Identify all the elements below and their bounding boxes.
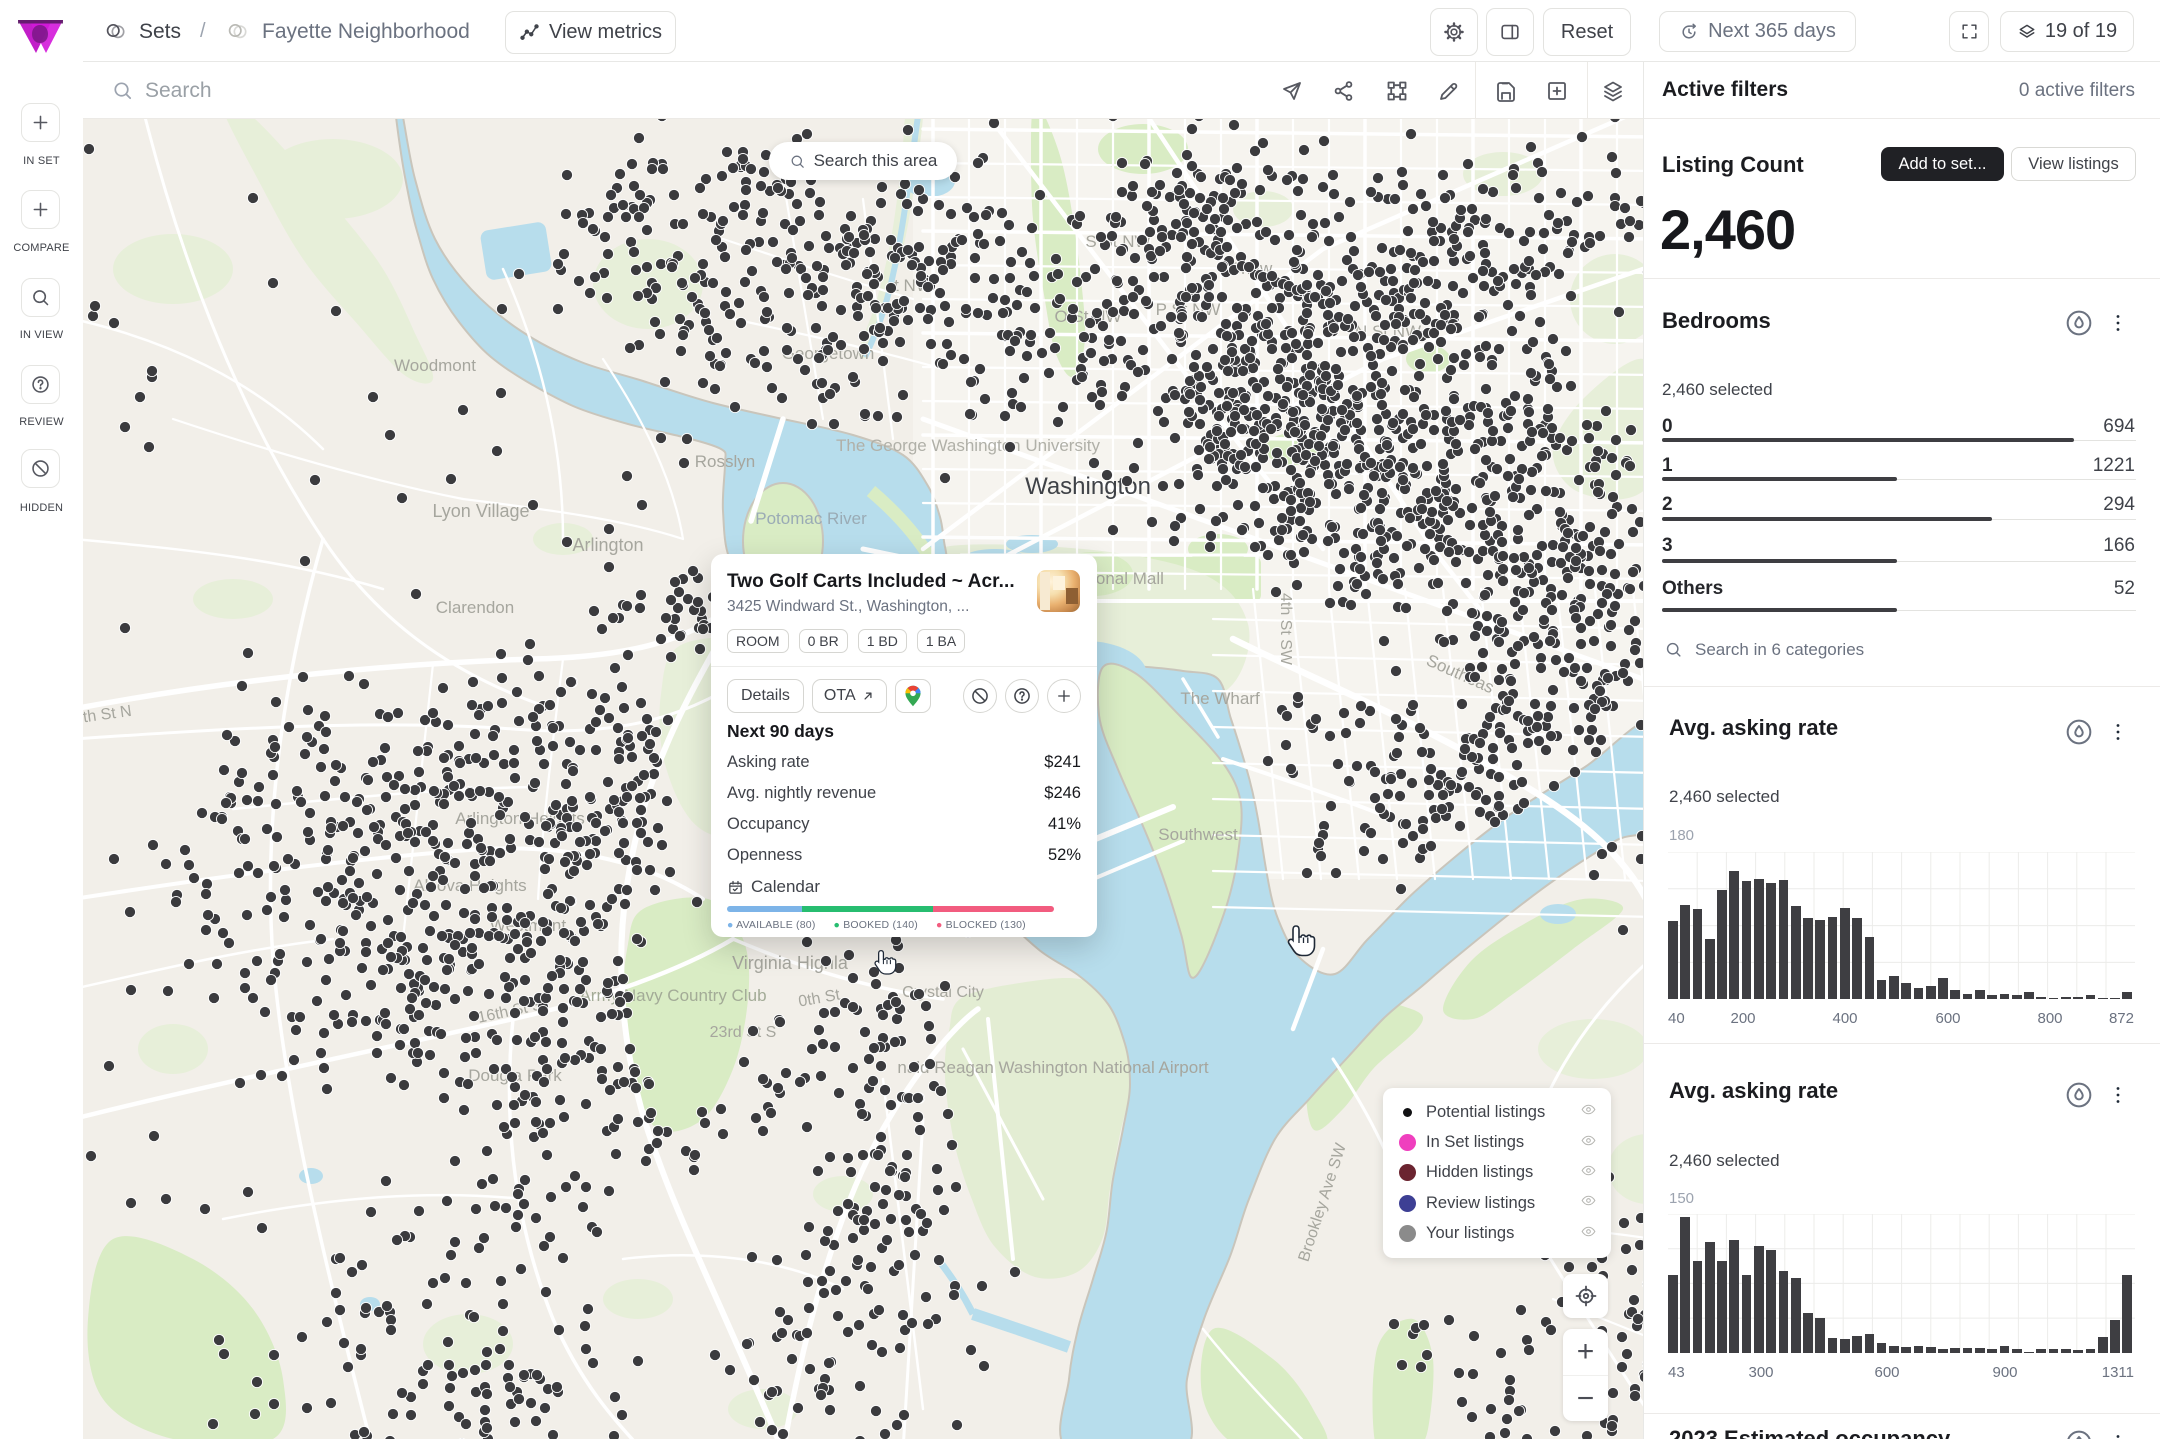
- svg-text:The Wharf: The Wharf: [1180, 689, 1260, 708]
- svg-text:Southwest: Southwest: [1158, 825, 1238, 844]
- svg-text:4th St SW: 4th St SW: [1277, 593, 1294, 666]
- svg-text:The George Washington Universi: The George Washington University: [836, 436, 1100, 455]
- svg-text:Washington: Washington: [1025, 473, 1151, 500]
- svg-text:Clarendon: Clarendon: [436, 598, 514, 617]
- svg-text:Lyon Village: Lyon Village: [432, 501, 529, 521]
- svg-text:nald Reagan Washington Nationa: nald Reagan Washington National Airport: [897, 1058, 1209, 1077]
- svg-text:Rosslyn: Rosslyn: [695, 452, 755, 471]
- svg-text:Arlington: Arlington: [572, 535, 643, 555]
- svg-text:Potomac River: Potomac River: [755, 509, 867, 528]
- svg-text:Woodmont: Woodmont: [394, 356, 476, 375]
- svg-text:ional Mall: ional Mall: [1092, 569, 1164, 588]
- svg-text:23rd St S: 23rd St S: [710, 1024, 777, 1041]
